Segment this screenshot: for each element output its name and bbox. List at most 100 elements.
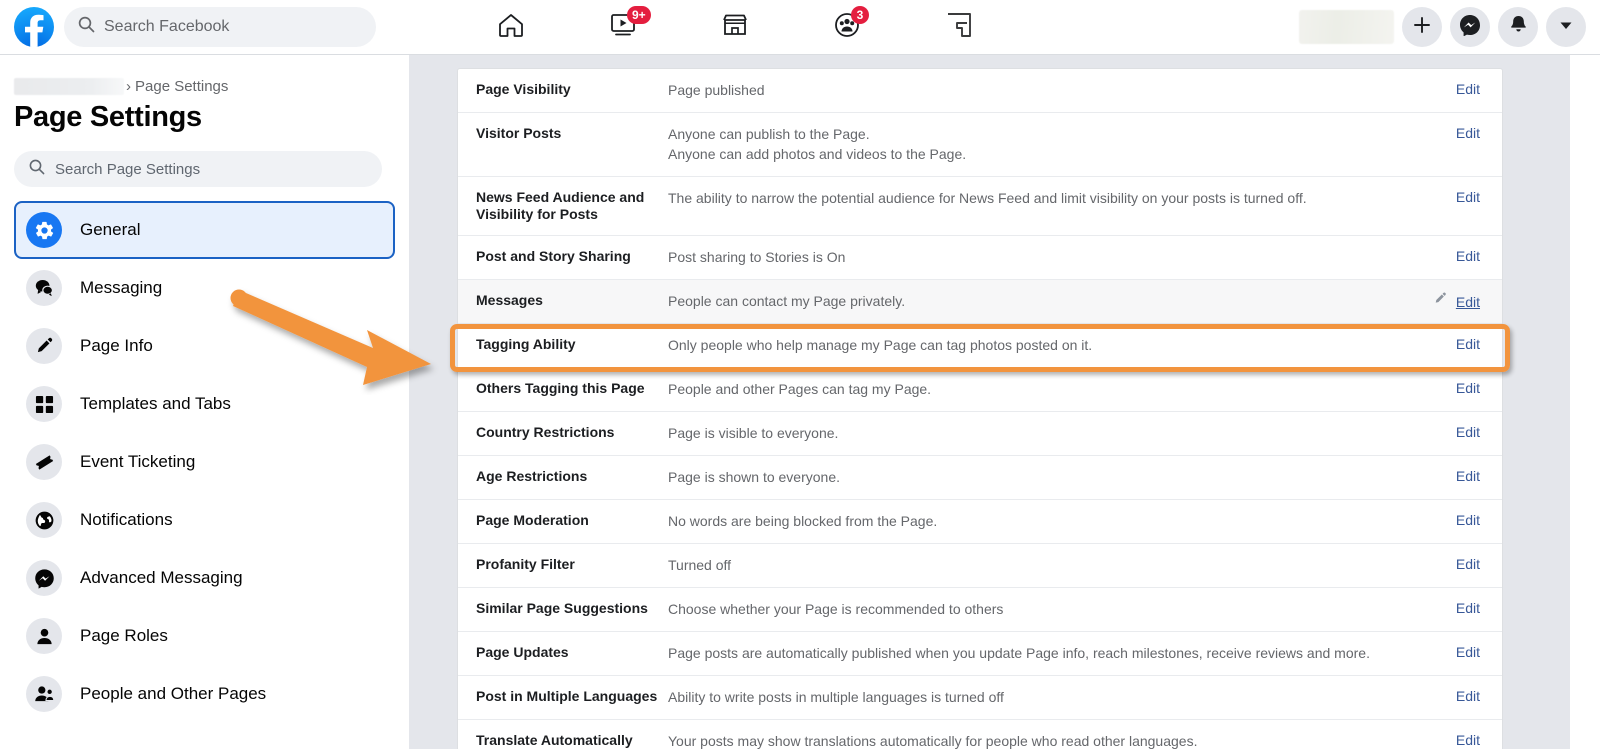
- edit-link[interactable]: Edit: [1456, 380, 1480, 396]
- setting-actions: Edit: [1433, 292, 1480, 311]
- pencil-icon[interactable]: [1433, 292, 1447, 311]
- settings-search-input[interactable]: Search Page Settings: [14, 151, 382, 187]
- setting-value: The ability to narrow the potential audi…: [668, 189, 1456, 208]
- sidebar-item-notifications[interactable]: Notifications: [14, 491, 395, 549]
- topbar-left-group: Search Facebook: [0, 7, 376, 47]
- account-menu-button[interactable]: [1546, 7, 1586, 47]
- setting-actions: Edit: [1456, 644, 1480, 660]
- setting-value-line: People can contact my Page privately.: [668, 293, 906, 309]
- setting-actions: Edit: [1456, 81, 1480, 97]
- breadcrumb-page-name-redacted[interactable]: [14, 78, 124, 95]
- table-row[interactable]: Similar Page Suggestions Choose whether y…: [458, 588, 1502, 632]
- table-row[interactable]: Profanity Filter Turned off Edit: [458, 544, 1502, 588]
- create-button[interactable]: [1402, 7, 1442, 47]
- nav-gaming-button[interactable]: [903, 0, 1015, 54]
- edit-link[interactable]: Edit: [1456, 468, 1480, 484]
- setting-value-line: Choose whether your Page is recommended …: [668, 601, 1004, 617]
- edit-link[interactable]: Edit: [1456, 688, 1480, 704]
- search-icon: [29, 159, 45, 180]
- table-row[interactable]: Country Restrictions Page is visible to e…: [458, 412, 1502, 456]
- sidebar-item-templates-and-tabs[interactable]: Templates and Tabs: [14, 375, 395, 433]
- setting-value-line: People and other Pages can tag my Page.: [668, 381, 932, 397]
- sidebar-item-label: Notifications: [80, 510, 173, 529]
- general-settings-card: Page Visibility Page published Edit Visitor…: [457, 68, 1503, 749]
- page-body: › Page Settings Page Settings Search Pag…: [0, 55, 1600, 749]
- sidebar-item-page-info[interactable]: Page Info: [14, 317, 395, 375]
- facebook-search-box[interactable]: Search Facebook: [64, 7, 376, 47]
- table-row[interactable]: Page Moderation No words are being blocke…: [458, 500, 1502, 544]
- settings-nav-list: General Messaging Page Info Templates an…: [0, 201, 409, 723]
- edit-link[interactable]: Edit: [1456, 644, 1480, 660]
- table-row[interactable]: Page Visibility Page published Edit: [458, 69, 1502, 113]
- sidebar-item-label: People and Other Pages: [80, 684, 267, 703]
- edit-link[interactable]: Edit: [1456, 125, 1480, 141]
- sidebar-item-general[interactable]: General: [14, 201, 395, 259]
- nav-watch-button[interactable]: 9+: [567, 0, 679, 54]
- setting-value: Turned off: [668, 556, 1456, 575]
- setting-value: Post sharing to Stories is On: [668, 248, 1456, 267]
- table-row[interactable]: Post in Multiple Languages Ability to wri…: [458, 676, 1502, 720]
- setting-actions: Edit: [1456, 468, 1480, 484]
- setting-actions: Edit: [1456, 600, 1480, 616]
- setting-value: Page is shown to everyone.: [668, 468, 1456, 487]
- nav-groups-button[interactable]: 3: [791, 0, 903, 54]
- gaming-icon: [945, 11, 973, 44]
- table-row[interactable]: News Feed Audience and Visibility for Po…: [458, 177, 1502, 236]
- setting-actions: Edit: [1456, 248, 1480, 264]
- setting-label: Country Restrictions: [476, 424, 615, 440]
- nav-marketplace-button[interactable]: [679, 0, 791, 54]
- table-row[interactable]: Translate Automatically Your posts may sh…: [458, 720, 1502, 749]
- table-row[interactable]: Post and Story Sharing Post sharing to St…: [458, 236, 1502, 280]
- setting-label: Visitor Posts: [476, 125, 562, 141]
- sidebar-item-event-ticketing[interactable]: Event Ticketing: [14, 433, 395, 491]
- edit-link[interactable]: Edit: [1456, 424, 1480, 440]
- table-row[interactable]: Others Tagging this Page People and other…: [458, 368, 1502, 412]
- messenger-button[interactable]: [1450, 7, 1490, 47]
- edit-link[interactable]: Edit: [1456, 189, 1480, 205]
- edit-link[interactable]: Edit: [1456, 294, 1480, 310]
- edit-link[interactable]: Edit: [1456, 556, 1480, 572]
- table-row[interactable]: Tagging Ability Only people who help mana…: [458, 324, 1502, 368]
- setting-actions: Edit: [1456, 189, 1480, 205]
- gear-icon: [26, 212, 62, 248]
- marketplace-icon: [720, 10, 750, 45]
- table-row[interactable]: Visitor Posts Anyone can publish to the P…: [458, 113, 1502, 177]
- setting-actions: Edit: [1456, 512, 1480, 528]
- table-row[interactable]: Age Restrictions Page is shown to everyon…: [458, 456, 1502, 500]
- bell-icon: [1508, 14, 1529, 40]
- edit-link[interactable]: Edit: [1456, 248, 1480, 264]
- sidebar-item-label: Advanced Messaging: [80, 568, 243, 587]
- edit-link[interactable]: Edit: [1456, 732, 1480, 748]
- sidebar-item-advanced-messaging[interactable]: Advanced Messaging: [14, 549, 395, 607]
- setting-actions: Edit: [1456, 556, 1480, 572]
- sidebar-item-messaging[interactable]: Messaging: [14, 259, 395, 317]
- setting-value: No words are being blocked from the Page…: [668, 512, 1456, 531]
- setting-value-line: Only people who help manage my Page can …: [668, 337, 1093, 353]
- page-title: Page Settings: [14, 101, 202, 133]
- sidebar-item-people-and-other-pages[interactable]: People and Other Pages: [14, 665, 395, 723]
- setting-actions: Edit: [1456, 424, 1480, 440]
- sidebar-item-page-roles[interactable]: Page Roles: [14, 607, 395, 665]
- facebook-logo-icon[interactable]: [14, 7, 54, 47]
- sidebar-item-label: Page Info: [80, 336, 153, 355]
- setting-label: Page Visibility: [476, 81, 571, 97]
- setting-label: Age Restrictions: [476, 468, 588, 484]
- setting-label: Page Moderation: [476, 512, 589, 528]
- setting-label: Post in Multiple Languages: [476, 688, 658, 704]
- edit-link[interactable]: Edit: [1456, 81, 1480, 97]
- setting-label: News Feed Audience and Visibility for Po…: [476, 189, 645, 222]
- table-row[interactable]: Messages People can contact my Page priva…: [458, 280, 1502, 324]
- edit-link[interactable]: Edit: [1456, 600, 1480, 616]
- notifications-button[interactable]: [1498, 7, 1538, 47]
- edit-link[interactable]: Edit: [1456, 336, 1480, 352]
- breadcrumb: › Page Settings: [14, 78, 409, 95]
- setting-label: Translate Automatically: [476, 732, 633, 748]
- setting-value: Page posts are automatically published w…: [668, 644, 1456, 663]
- settings-sidebar: › Page Settings Page Settings Search Pag…: [0, 55, 409, 749]
- table-row[interactable]: Page Updates Page posts are automatically…: [458, 632, 1502, 676]
- sidebar-item-label: General: [80, 220, 141, 239]
- setting-actions: Edit: [1456, 125, 1480, 141]
- nav-home-button[interactable]: [455, 0, 567, 54]
- edit-link[interactable]: Edit: [1456, 512, 1480, 528]
- setting-value-line: Page published: [668, 82, 765, 98]
